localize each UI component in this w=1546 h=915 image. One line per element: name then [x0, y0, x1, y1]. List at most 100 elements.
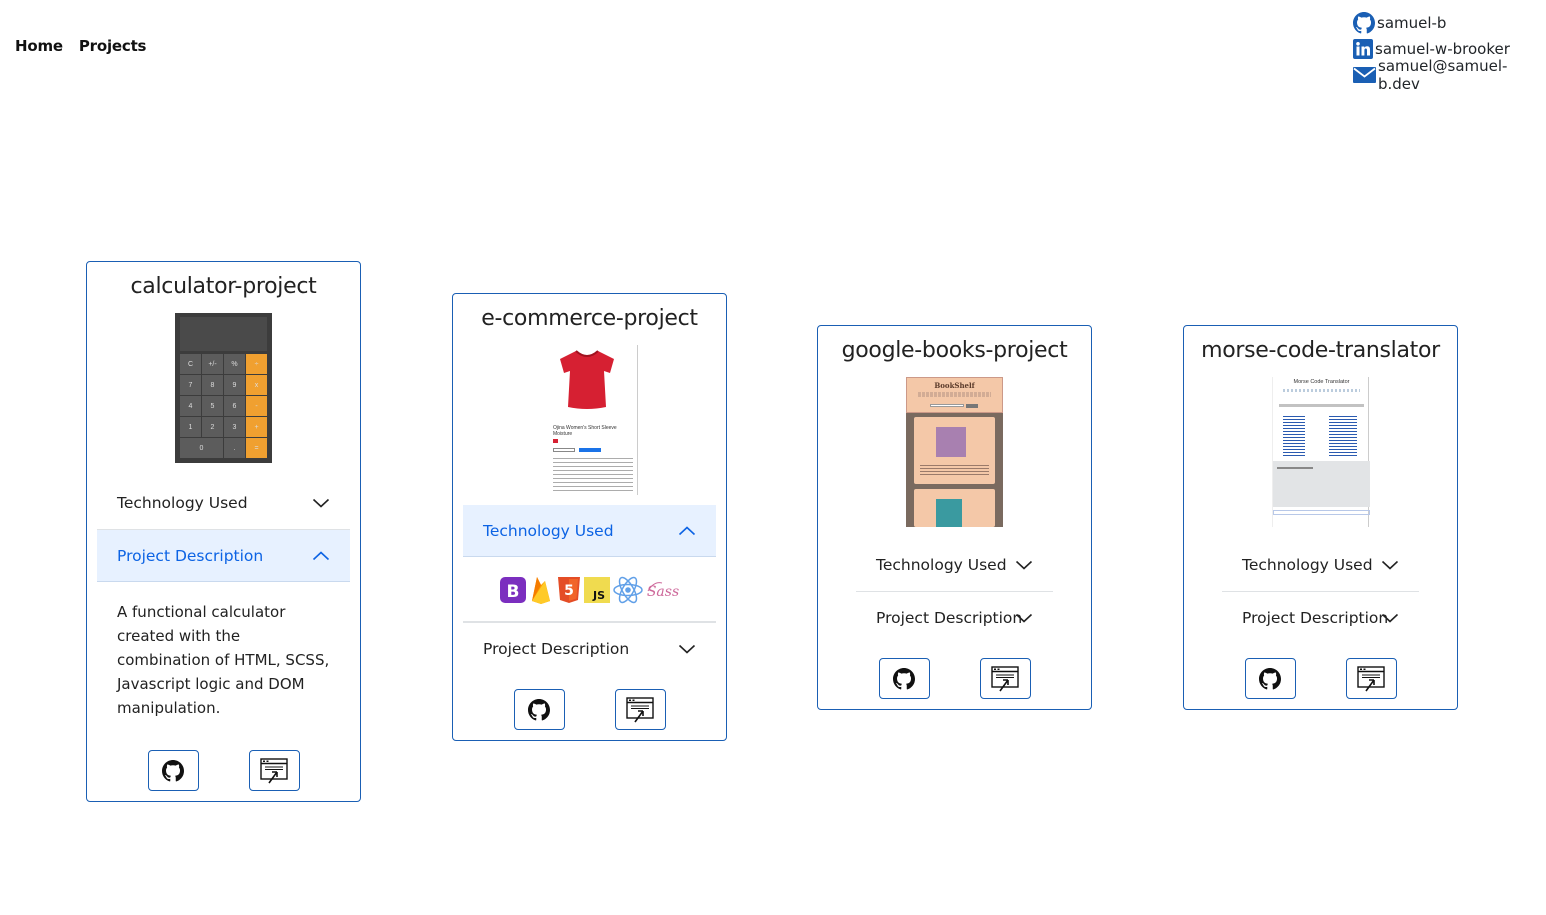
live-demo-button[interactable] — [979, 658, 1031, 699]
project-card-morse-code: morse-code-translator Morse Code Transla… — [1183, 325, 1458, 710]
project-accordion: Technology Used Project Description — [1222, 539, 1419, 644]
github-repo-button[interactable] — [878, 658, 930, 699]
technology-used-label: Technology Used — [1242, 556, 1373, 574]
calc-key: 9 — [224, 375, 245, 395]
technology-used-toggle[interactable]: Technology Used — [856, 539, 1053, 591]
github-icon — [1259, 667, 1281, 689]
calc-key: ÷ — [246, 354, 267, 374]
github-icon — [162, 759, 184, 781]
technology-used-toggle[interactable]: Technology Used — [97, 477, 350, 529]
chevron-down-icon — [1015, 613, 1033, 623]
external-window-icon — [626, 696, 654, 722]
bootstrap-icon: B — [499, 577, 526, 603]
accordion-item-technology: Technology Used — [856, 539, 1053, 592]
linkedin-icon — [1353, 39, 1373, 59]
calc-key: 4 — [180, 396, 201, 416]
chevron-down-icon — [1381, 613, 1399, 623]
external-window-icon — [260, 757, 288, 783]
project-accordion: Technology Used B 5 JS Sass Project Desc… — [463, 505, 716, 675]
accordion-item-technology: Technology Used — [97, 477, 350, 530]
calc-key: . — [224, 438, 245, 458]
live-demo-button[interactable] — [1345, 658, 1397, 699]
product-name: Ojina Women's Short Sleeve Moisture — [553, 425, 617, 437]
project-title: morse-code-translator — [1201, 338, 1440, 363]
calc-key: C — [180, 354, 201, 374]
accordion-item-description: Project Description — [463, 622, 716, 675]
live-demo-button[interactable] — [614, 689, 666, 730]
calc-key: +/- — [202, 354, 223, 374]
calc-key: % — [224, 354, 245, 374]
accordion-item-technology: Technology Used — [1222, 539, 1419, 592]
project-description-label: Project Description — [1242, 609, 1389, 627]
calc-key: 2 — [202, 417, 223, 437]
accordion-item-technology: Technology Used B 5 JS Sass — [463, 505, 716, 622]
email-address: samuel@samuel-b.dev — [1378, 57, 1508, 93]
project-title: e-commerce-project — [481, 306, 698, 331]
morse-heading: Morse Code Translator — [1293, 379, 1350, 385]
github-icon — [1353, 12, 1375, 34]
technology-used-toggle[interactable]: Technology Used — [1222, 539, 1419, 591]
live-demo-button[interactable] — [248, 750, 300, 791]
chevron-down-icon — [1381, 560, 1399, 570]
calc-key: + — [246, 417, 267, 437]
accordion-item-description: Project Description A functional calcula… — [97, 530, 350, 740]
html5-icon: 5 — [557, 577, 580, 603]
external-window-icon — [1357, 665, 1385, 691]
calc-key: - — [246, 396, 267, 416]
svg-text:JS: JS — [591, 589, 604, 602]
calc-key: 7 — [180, 375, 201, 395]
github-icon — [893, 667, 915, 689]
svg-text:5: 5 — [564, 583, 574, 599]
calc-key: x — [246, 375, 267, 395]
sass-icon: Sass — [646, 582, 679, 600]
accordion-item-description: Project Description — [1222, 592, 1419, 644]
technology-used-toggle[interactable]: Technology Used — [463, 505, 716, 557]
project-description-label: Project Description — [117, 546, 264, 565]
project-description-toggle[interactable]: Project Description — [463, 623, 716, 675]
calc-key: 0 — [180, 438, 223, 458]
project-screenshot: Ojina Women's Short Sleeve Moisture — [541, 345, 638, 495]
bookshelf-heading: BookShelf — [934, 381, 975, 390]
calc-key: 3 — [224, 417, 245, 437]
github-repo-button[interactable] — [1244, 658, 1296, 699]
email-icon — [1353, 67, 1376, 83]
technology-used-label: Technology Used — [117, 494, 248, 512]
chevron-down-icon — [1015, 560, 1033, 570]
project-accordion: Technology Used Project Description A fu… — [97, 477, 350, 740]
react-icon — [612, 576, 643, 604]
calc-key: 1 — [180, 417, 201, 437]
project-title: calculator-project — [130, 274, 317, 299]
firebase-icon — [531, 577, 550, 604]
project-screenshot: Morse Code Translator — [1272, 377, 1370, 527]
github-repo-button[interactable] — [147, 750, 199, 791]
project-title: google-books-project — [841, 338, 1068, 363]
github-icon — [528, 698, 550, 720]
project-description-label: Project Description — [483, 640, 630, 658]
github-contact-link[interactable]: samuel-b — [1353, 10, 1546, 36]
github-username: samuel-b — [1377, 14, 1447, 32]
project-description-toggle[interactable]: Project Description — [97, 530, 350, 582]
calc-key: 5 — [202, 396, 223, 416]
technology-icons: B 5 JS Sass — [463, 557, 716, 621]
project-screenshot: C +/-% ÷ 7 8 9 x 4 5 6- 1 2 3 +0. = — [175, 313, 272, 463]
project-description-toggle[interactable]: Project Description — [1222, 592, 1419, 644]
calc-key: 8 — [202, 375, 223, 395]
project-description-toggle[interactable]: Project Description — [856, 592, 1053, 644]
calc-key: 6 — [224, 396, 245, 416]
linkedin-username: samuel-w-brooker — [1375, 40, 1510, 58]
chevron-up-icon — [678, 525, 696, 535]
nav-home-link[interactable]: Home — [15, 37, 63, 55]
javascript-icon: JS — [583, 577, 610, 603]
project-description-label: Project Description — [876, 609, 1023, 627]
red-shirt-image — [560, 350, 614, 409]
project-card-ecommerce: e-commerce-project Ojina Women's Short S… — [452, 293, 727, 741]
project-links — [1184, 644, 1457, 709]
email-contact-link[interactable]: samuel@samuel-b.dev — [1353, 57, 1546, 93]
chevron-up-icon — [312, 550, 330, 560]
project-links — [87, 740, 360, 801]
github-repo-button[interactable] — [513, 689, 565, 730]
project-links — [453, 675, 726, 740]
nav-projects-link[interactable]: Projects — [79, 37, 147, 55]
calc-key: = — [246, 438, 267, 458]
external-window-icon — [991, 665, 1019, 691]
